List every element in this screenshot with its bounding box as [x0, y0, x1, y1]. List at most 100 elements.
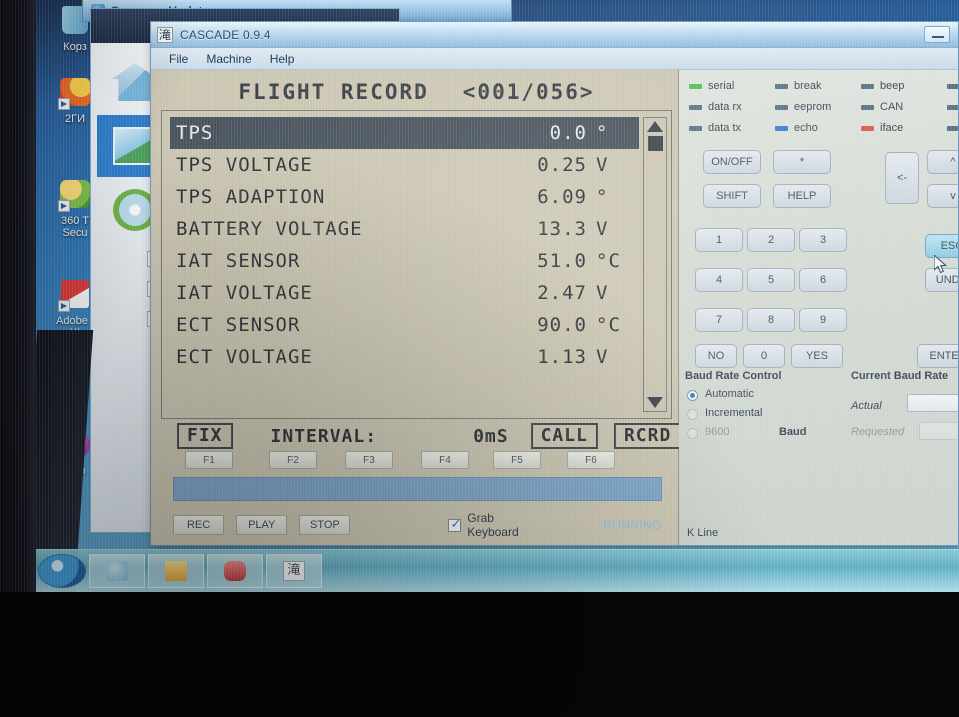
lcd-row-name: TPS ADAPTION [176, 186, 326, 208]
lcd-row[interactable]: TPS VOLTAGE 0.25 V [170, 149, 639, 181]
scroll-down-arrow-icon[interactable] [647, 397, 663, 408]
fkey-f1[interactable]: F1 [185, 451, 233, 469]
key-on-off[interactable]: ON/OFF [703, 150, 761, 174]
legend-label: eeprom [794, 101, 832, 113]
status-badge: RUNNING [603, 518, 662, 532]
transport-controls: REC PLAY STOP Grab Keyboard RUNNING [173, 501, 662, 541]
key-down[interactable]: v [927, 184, 958, 208]
lcd-row-name: IAT SENSOR [176, 250, 301, 272]
legend-label: iface [880, 122, 904, 134]
key-4[interactable]: 4 [695, 268, 743, 292]
legend-swatch [775, 104, 788, 110]
lcd-row[interactable]: IAT SENSOR 51.0 °C [170, 245, 639, 277]
key-5[interactable]: 5 [747, 268, 795, 292]
key-2[interactable]: 2 [747, 228, 795, 252]
key-esc[interactable]: ESC [925, 234, 958, 258]
call-button[interactable]: CALL [530, 423, 598, 449]
taskbar-item-2[interactable] [148, 554, 204, 588]
play-button[interactable]: PLAY [236, 515, 288, 535]
fkey-row: F1 F2 F3 F4 F5 F6 [173, 451, 662, 473]
rec-button[interactable]: REC [173, 515, 225, 535]
lcd-row-value: 6.09 [537, 186, 587, 208]
lcd-row[interactable]: ECT SENSOR 90.0 °C [170, 309, 639, 341]
lcd-row-value: 51.0 [537, 250, 587, 272]
key-help[interactable]: HELP [773, 184, 831, 208]
baud-unit-label: Baud [779, 426, 807, 438]
legend-item: data tx [689, 122, 775, 134]
legend-swatch [947, 83, 958, 89]
baud-manual-value[interactable]: 9600 [705, 426, 729, 438]
interval-value: 0mS [473, 425, 509, 447]
lcd-scrollbar[interactable] [643, 117, 667, 412]
key-up[interactable]: ^ [927, 150, 958, 174]
scroll-up-arrow-icon[interactable] [647, 121, 663, 132]
legend-swatch [861, 125, 874, 131]
scrollbar-thumb[interactable] [647, 136, 663, 151]
radio-incremental[interactable] [687, 409, 698, 420]
fkey-f5[interactable]: F5 [493, 451, 541, 469]
lcd-row-value: 90.0 [537, 314, 587, 336]
taskbar-item-cascade[interactable]: 滝 [266, 554, 322, 588]
key-7[interactable]: 7 [695, 308, 743, 332]
key-star[interactable]: * [773, 150, 831, 174]
actual-label: Actual [851, 400, 882, 412]
taskbar-item-1[interactable] [89, 554, 145, 588]
folder-icon [165, 561, 187, 581]
windows-desktop: Корз 2ГИ 360 T Secu Adobe I XI iTun [0, 0, 959, 592]
2gis-icon [58, 78, 92, 110]
lcd-header-title: FLIGHT RECORD [238, 80, 429, 104]
cascade-taskbar-icon: 滝 [283, 561, 305, 581]
cascade-titlebar[interactable]: 滝 CASCADE 0.9.4 [151, 22, 958, 48]
lcd-row-value: 0.0 [549, 122, 587, 144]
checkbox-icon[interactable] [448, 517, 462, 532]
key-undo[interactable]: UNDO [925, 268, 958, 292]
key-no[interactable]: NO [695, 344, 737, 368]
key-1[interactable]: 1 [695, 228, 743, 252]
key-6[interactable]: 6 [799, 268, 847, 292]
key-8[interactable]: 8 [747, 308, 795, 332]
fkey-f6[interactable]: F6 [567, 451, 615, 469]
lcd-row-value: 1.13 [537, 346, 587, 368]
menu-item-help[interactable]: Help [270, 52, 295, 66]
current-baud-rate-label: Current Baud Rate [851, 370, 949, 382]
fkey-f4[interactable]: F4 [421, 451, 469, 469]
lcd-row-unit: V [596, 346, 609, 368]
lcd-row-unit: V [596, 282, 609, 304]
menu-item-machine[interactable]: Machine [206, 52, 251, 66]
radio-automatic[interactable] [687, 390, 698, 401]
minimize-button[interactable] [924, 26, 950, 43]
stop-button[interactable]: STOP [299, 515, 351, 535]
rcrd-button[interactable]: RCRD [613, 423, 682, 449]
fkey-f2[interactable]: F2 [269, 451, 317, 469]
taskbar-item-3[interactable] [207, 554, 263, 588]
key-3[interactable]: 3 [799, 228, 847, 252]
key-shift[interactable]: SHIFT [703, 184, 761, 208]
fix-button[interactable]: FIX [177, 423, 233, 449]
lcd-row[interactable]: TPS ADAPTION 6.09 ° [170, 181, 639, 213]
fkey-f3[interactable]: F3 [345, 451, 393, 469]
legend-item: CAN [861, 101, 947, 113]
key-yes[interactable]: YES [791, 344, 843, 368]
lcd-row[interactable]: IAT VOLTAGE 2.47 V [170, 277, 639, 309]
lcd-row[interactable]: ECT VOLTAGE 1.13 V [170, 341, 639, 373]
key-9[interactable]: 9 [799, 308, 847, 332]
menu-item-file[interactable]: File [169, 52, 188, 66]
kline-label: K Line [687, 527, 719, 539]
car-icon [224, 561, 246, 581]
start-button[interactable] [38, 554, 86, 588]
legend-item [947, 101, 958, 113]
key-back[interactable]: <- [885, 152, 919, 204]
photo-dark-border [0, 592, 959, 717]
lcd-row-unit: ° [596, 122, 609, 144]
radio-manual[interactable] [687, 428, 698, 439]
lcd-row[interactable]: TPS 0.0 ° [170, 117, 639, 149]
grab-keyboard-checkbox[interactable]: Grab Keyboard [448, 511, 547, 539]
signal-legend: serial break beep data rx eeprom CAN data tx ec… [689, 80, 958, 134]
key-0[interactable]: 0 [743, 344, 785, 368]
lcd-panel: FLIGHT RECORD <001/056> TPS 0.0 ° TPS VOLTA… [151, 70, 682, 545]
legend-label: data rx [708, 101, 742, 113]
requested-label: Requested [851, 426, 905, 438]
key-enter[interactable]: ENTER [917, 344, 958, 368]
lcd-row-unit: °C [596, 250, 621, 272]
lcd-row[interactable]: BATTERY VOLTAGE 13.3 V [170, 213, 639, 245]
